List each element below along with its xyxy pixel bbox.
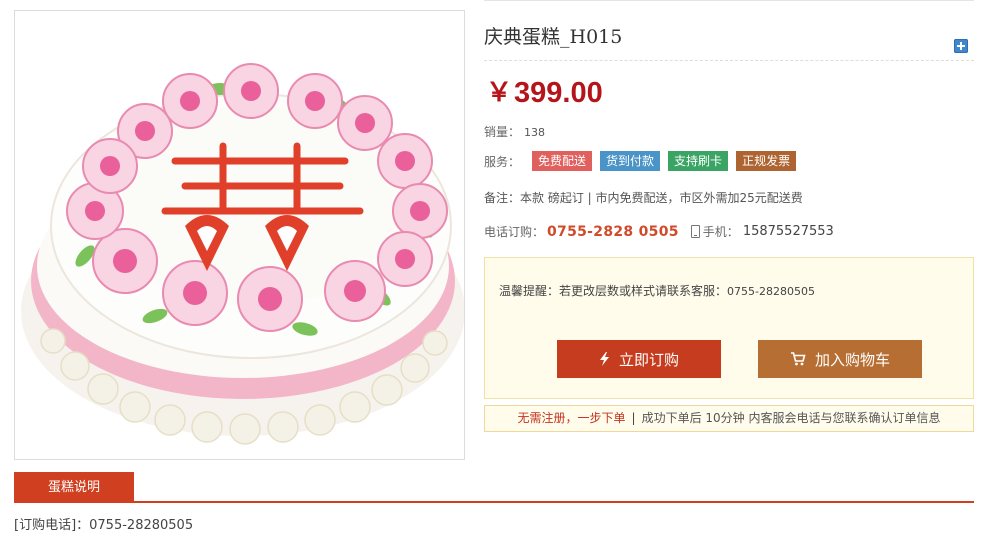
service-tag-cash-on-delivery: 货到付款: [600, 151, 661, 171]
add-to-cart-button[interactable]: 加入购物车: [758, 340, 922, 378]
buy-now-button[interactable]: 立即订购: [557, 340, 721, 378]
phone-label: 电话订购：: [484, 225, 545, 239]
product-price: ￥399.00: [486, 72, 603, 110]
tab-cake-description[interactable]: 蛋糕说明: [14, 472, 134, 502]
hotline-number: 0755-2828 0505: [547, 223, 679, 240]
mobile-phone-icon: [690, 225, 700, 238]
service-tag-invoice: 正规发票: [736, 151, 797, 171]
sales-label: 销量：: [484, 125, 521, 139]
reminder-message: 温馨提醒：若更改层数或样式请联系客服：: [499, 284, 728, 298]
delivery-note: 备注：本款 磅起订 | 市内免费配送，市区外需加25元配送费: [484, 191, 803, 205]
add-to-cart-label: 加入购物车: [814, 350, 890, 369]
flow-text: 成功下单后 10分钟 内客服会电话与您联系确认订单信息: [641, 411, 941, 425]
phone-row: 电话订购： 0755-2828 0505 手机： 15875527553: [484, 223, 834, 240]
mobile-label: 手机：: [702, 225, 739, 239]
cake-illustration: [21, 63, 464, 445]
flow-separator: |: [631, 411, 636, 425]
order-phone-info: [订购电话]：0755-28280505: [14, 518, 194, 533]
reminder-box: 温馨提醒：若更改层数或样式请联系客服：0755-28280505 立即订购 加入…: [484, 257, 974, 399]
cart-icon: [790, 352, 806, 366]
services-row: 服务： 免费配送 货到付款 支持刷卡 正规发票: [484, 151, 797, 171]
service-tag-card-payment: 支持刷卡: [668, 151, 729, 171]
reminder-phone: 0755-28280505: [727, 285, 815, 298]
price-value: 399.00: [514, 77, 603, 109]
flow-emphasis: 无需注册，一步下单: [517, 411, 626, 425]
sales-count: 销量： 138: [484, 123, 545, 140]
tab-underline: [14, 501, 974, 503]
product-image[interactable]: [14, 10, 465, 460]
top-divider: [484, 0, 974, 1]
mobile-number: 15875527553: [742, 224, 834, 239]
title-divider: [484, 60, 974, 61]
plus-icon[interactable]: [954, 39, 968, 53]
reminder-text: 温馨提醒：若更改层数或样式请联系客服：0755-28280505: [499, 282, 815, 299]
product-title: 庆典蛋糕_H015: [484, 26, 623, 48]
lightning-icon: [599, 352, 610, 366]
order-flow-notice: 无需注册，一步下单 | 成功下单后 10分钟 内客服会电话与您联系确认订单信息: [484, 405, 974, 432]
buy-now-label: 立即订购: [618, 350, 679, 369]
services-label: 服务：: [484, 154, 521, 169]
currency-symbol: ￥: [486, 78, 513, 108]
sales-value: 138: [524, 126, 546, 139]
service-tag-free-delivery: 免费配送: [532, 151, 593, 171]
